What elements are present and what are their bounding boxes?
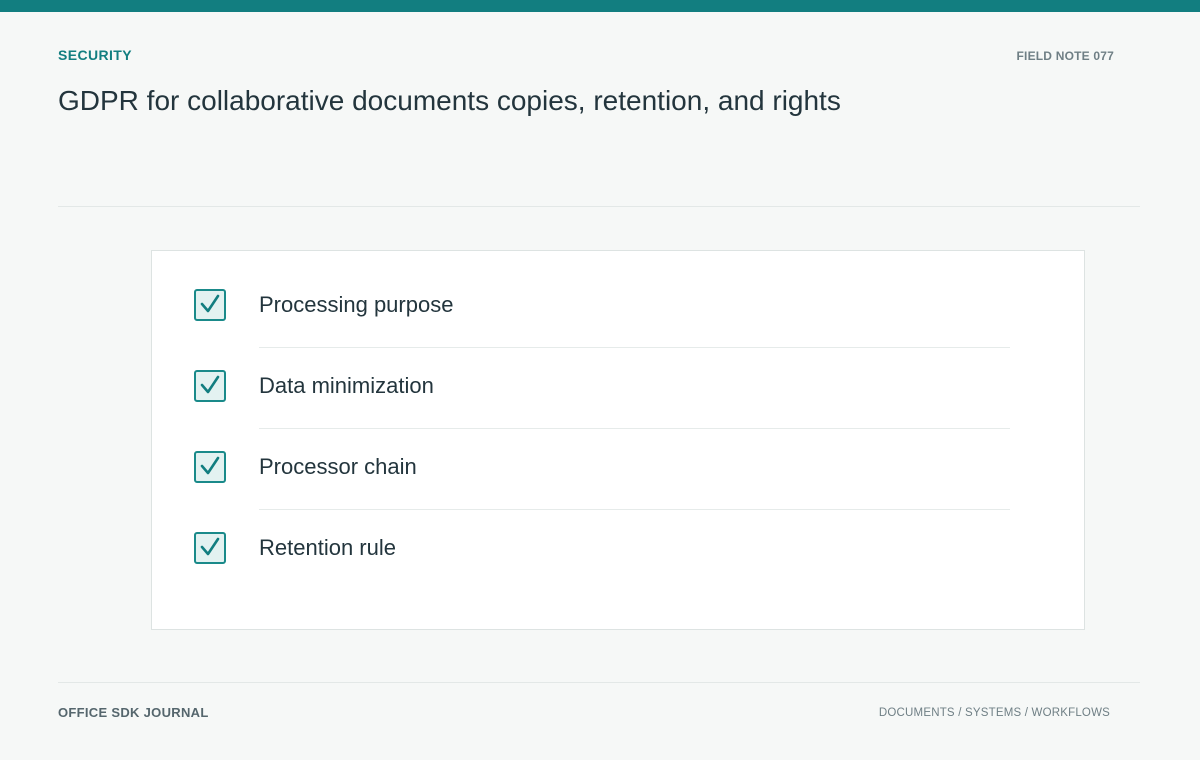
checkbox[interactable] <box>194 370 226 402</box>
checklist-card: Processing purpose Data minimization Pro… <box>151 250 1085 630</box>
page-title: GDPR for collaborative documents copies,… <box>58 85 841 116</box>
check-icon <box>200 456 220 475</box>
checklist-item-label: Processor chain <box>259 454 417 479</box>
check-icon <box>200 375 220 394</box>
checklist-item-label: Processing purpose <box>259 292 454 317</box>
checkbox[interactable] <box>194 289 226 321</box>
checklist-item-processor-chain: Processor chain <box>152 427 1084 510</box>
top-accent-bar <box>0 0 1200 12</box>
topic-trail: DOCUMENTS / SYSTEMS / WORKFLOWS <box>878 707 1110 719</box>
checklist-item-retention-rule: Retention rule <box>152 508 1084 589</box>
footer-divider <box>58 682 1140 683</box>
field-note-label: FIELD NOTE 077 <box>1016 49 1114 63</box>
checkbox[interactable] <box>194 532 226 564</box>
check-icon <box>200 537 220 556</box>
checkbox[interactable] <box>194 451 226 483</box>
category-label: SECURITY <box>58 47 132 63</box>
checklist-item-data-minimization: Data minimization <box>152 346 1084 429</box>
publication-name: OFFICE SDK JOURNAL <box>58 705 209 720</box>
check-icon <box>200 294 220 313</box>
checklist-item-processing-purpose: Processing purpose <box>152 265 1084 348</box>
checklist-item-label: Retention rule <box>259 535 396 560</box>
header-divider <box>58 206 1140 207</box>
checklist-item-label: Data minimization <box>259 373 434 398</box>
